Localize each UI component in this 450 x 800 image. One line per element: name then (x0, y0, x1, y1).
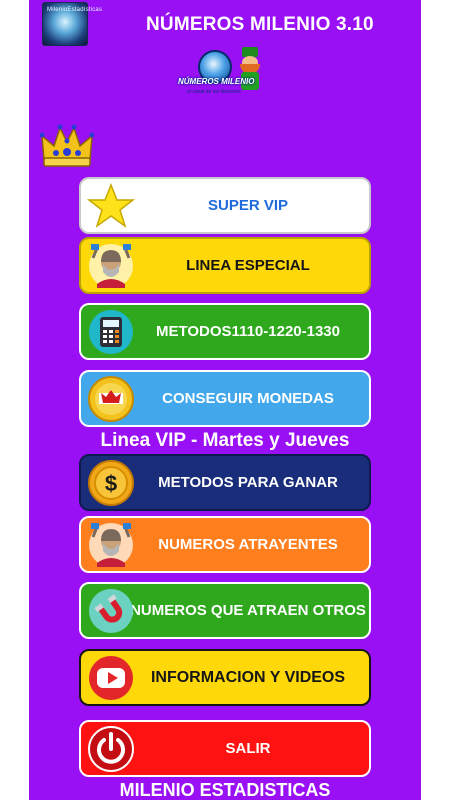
app-icon-text: MilenioEstadísticas (47, 7, 103, 13)
logo-name: NÚMEROS MILENIO (178, 77, 255, 86)
dollar-coin-icon: $ (88, 459, 134, 506)
left-margin (0, 0, 29, 800)
youtube-icon (89, 655, 133, 700)
salir-label: SALIR (225, 740, 271, 757)
conseguir-monedas-label: CONSEGUIR MONEDAS (162, 390, 334, 407)
app-screen: MilenioEstadísticas NÚMEROS MILENIO 3.10… (29, 0, 421, 800)
numeros-atraen-button[interactable]: NUMEROS QUE ATRAEN OTROS (79, 582, 371, 639)
power-icon (88, 725, 134, 772)
numeros-atrayentes-label: NUMEROS ATRAYENTES (158, 536, 338, 553)
svg-text:$: $ (105, 471, 117, 496)
right-margin (421, 0, 450, 800)
crown-icon[interactable] (40, 122, 94, 170)
old-man-icon (89, 243, 133, 288)
section-label: Linea VIP - Martes y Jueves (100, 430, 350, 451)
metodos-ganar-button[interactable]: $ METODOS PARA GANAR (79, 454, 371, 511)
salir-button[interactable]: SALIR (79, 720, 371, 777)
magnet-icon (89, 588, 133, 633)
footer-label: MILENIO ESTADISTICAS (119, 780, 331, 800)
numeros-atrayentes-button[interactable]: NUMEROS ATRAYENTES (79, 516, 371, 573)
linea-especial-button[interactable]: LINEA ESPECIAL (79, 237, 371, 294)
leprechaun-icon (236, 47, 264, 95)
app-icon: MilenioEstadísticas (42, 2, 102, 46)
informacion-videos-label: INFORMACION Y VIDEOS (150, 668, 346, 686)
calculator-icon (89, 309, 133, 354)
logo-slogan: el canal de los Numeros (187, 89, 241, 95)
metodos-ganar-label: METODOS PARA GANAR (158, 474, 338, 491)
linea-especial-label: LINEA ESPECIAL (186, 257, 310, 274)
star-icon (87, 182, 135, 228)
conseguir-monedas-button[interactable]: CONSEGUIR MONEDAS (79, 370, 371, 427)
metodos-button[interactable]: METODOS1110-1220-1330 (79, 303, 371, 360)
old-man-icon (89, 522, 133, 567)
super-vip-button[interactable]: SUPER VIP (79, 177, 371, 234)
informacion-videos-button[interactable]: INFORMACION Y VIDEOS (79, 649, 371, 706)
crown-coin-icon (88, 375, 134, 422)
page-title: NÚMEROS MILENIO 3.10 (146, 14, 374, 35)
metodos-label: METODOS1110-1220-1330 (155, 323, 340, 340)
super-vip-label: SUPER VIP (207, 197, 289, 214)
brand-logo: NÚMEROS MILENIO el canal de los Numeros (178, 47, 268, 97)
